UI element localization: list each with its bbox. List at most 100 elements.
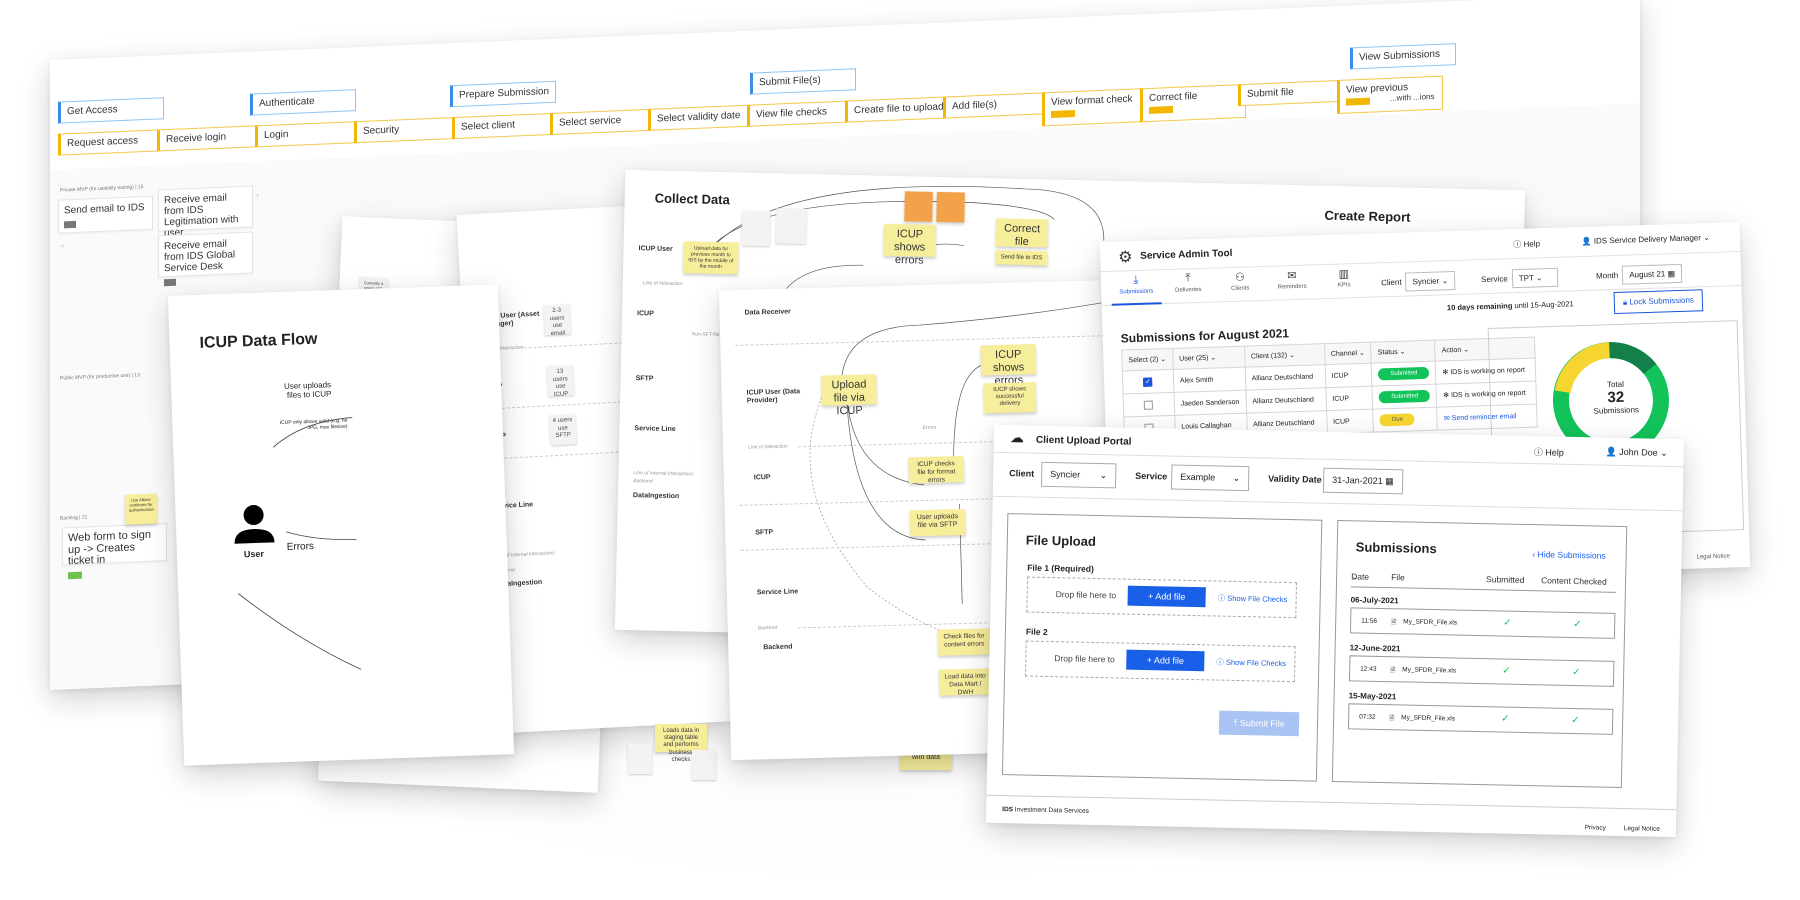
add-card-icon[interactable]: + xyxy=(255,191,260,200)
chevron-down-icon: ⌄ xyxy=(1660,447,1668,458)
task-card[interactable]: Receive email from IDS Global Service De… xyxy=(158,231,253,287)
row-label: ICUP User xyxy=(638,245,673,253)
step-card[interactable]: Add file(s) xyxy=(943,92,1049,119)
file-drop-zone[interactable]: Drop file here to + Add file ⓘ Show File… xyxy=(1026,576,1298,619)
hide-submissions-link[interactable]: ‹ Hide Submissions xyxy=(1532,549,1605,561)
step-card[interactable]: Security xyxy=(354,116,460,144)
step-card[interactable]: Submit file xyxy=(1238,79,1344,107)
column-label: File xyxy=(1391,572,1405,583)
sticky-note[interactable]: Load data into Data Mart / DWH xyxy=(938,668,992,696)
sticky-note[interactable]: ICUP checks file for format errors xyxy=(908,455,965,484)
panel-title: Submissions xyxy=(1355,539,1437,557)
activity-card[interactable]: Submit File(s) xyxy=(750,68,856,95)
client-select[interactable]: Syncier ⌄ xyxy=(1405,270,1456,292)
column-header[interactable]: Select (2) ⌄ xyxy=(1121,348,1174,371)
deadline-text: 10 days remaining until 15-Aug-2021 xyxy=(1447,299,1574,312)
submission-file: My_SFDR_File.xls xyxy=(1402,666,1457,675)
step-card[interactable]: Receive login xyxy=(157,125,263,152)
tab-deliveries[interactable]: ⤒ Deliveries xyxy=(1163,272,1214,295)
sticky-note[interactable]: Upload data for previous month to IDS by… xyxy=(683,241,739,275)
sticky-note[interactable]: User uploads file via SFTP xyxy=(909,508,966,537)
step-card-label: View format check xyxy=(1051,93,1133,109)
submission-file: My_SFDR_File.xls xyxy=(1401,714,1456,723)
sticky-note[interactable]: ICUP shows errors xyxy=(980,344,1037,388)
step-card[interactable]: Create file to upload xyxy=(845,96,951,123)
calendar-icon: ▦ xyxy=(1385,476,1394,487)
lock-submissions-button[interactable]: 🔒︎ Lock Submissions xyxy=(1613,289,1704,315)
sticky-note[interactable]: Use Allianz certificate for authenticati… xyxy=(125,493,157,525)
activity-card[interactable]: View Submissions xyxy=(1350,43,1456,70)
column-label: Submitted xyxy=(1486,574,1525,585)
sticky-note-orange[interactable] xyxy=(936,191,965,223)
step-card[interactable]: View file checks xyxy=(747,100,853,127)
step-card[interactable]: Select client xyxy=(452,112,558,140)
legal-notice-link[interactable]: Legal Notice xyxy=(1696,553,1730,560)
submission-row[interactable]: 12:43 🗎 My_SFDR_File.xls ✓ ✓ xyxy=(1348,655,1615,687)
submission-row[interactable]: 07:32 🗎 My_SFDR_File.xls ✓ ✓ xyxy=(1347,703,1614,735)
privacy-link[interactable]: Privacy xyxy=(1585,824,1606,831)
activity-card[interactable]: Authenticate xyxy=(250,89,356,116)
submit-file-button[interactable]: ⤒ Submit File xyxy=(1218,710,1300,737)
help-link[interactable]: ⓘ Help xyxy=(1513,238,1540,250)
step-card[interactable]: View format check xyxy=(1042,87,1148,127)
step-card[interactable]: Select service xyxy=(550,108,656,136)
task-card[interactable]: Web form to sign up -> Creates ticket in xyxy=(62,523,167,579)
app-title: Service Admin Tool xyxy=(1140,247,1233,262)
step-card[interactable]: Correct file xyxy=(1140,83,1246,123)
column-header[interactable]: Client (132) ⌄ xyxy=(1244,343,1325,368)
task-card[interactable]: Receive email from IDS Legitimation with… xyxy=(158,185,253,252)
task-label: Send email to IDS xyxy=(64,202,145,217)
sticky-note[interactable]: ICUP shows errors xyxy=(883,223,937,267)
calendar-icon: ▦ xyxy=(1667,269,1676,279)
user-menu[interactable]: 👤 John Doe ⌄ xyxy=(1605,447,1668,459)
help-link[interactable]: ⓘ Help xyxy=(1534,445,1564,459)
task-card[interactable]: Send email to IDS xyxy=(58,195,153,234)
show-file-checks-link[interactable]: ⓘ Show File Checks xyxy=(1216,657,1286,669)
show-file-checks-link[interactable]: ⓘ Show File Checks xyxy=(1218,593,1288,605)
column-header[interactable]: User (25) ⌄ xyxy=(1172,346,1245,370)
activity-card[interactable]: Get Access xyxy=(58,97,164,124)
file-label: File 1 (Required) xyxy=(1027,562,1094,574)
sticky-note[interactable]: Correct file xyxy=(995,218,1049,248)
service-filter: Service TPT ⌄ xyxy=(1481,267,1559,289)
add-file-button[interactable]: + Add file xyxy=(1127,585,1206,608)
add-card-icon[interactable]: + xyxy=(60,241,65,250)
step-card[interactable]: Login xyxy=(255,120,361,148)
note xyxy=(775,208,807,244)
sticky-note[interactable]: Send file to IDS xyxy=(995,250,1048,266)
row-label: ICUP User (Data Provider) xyxy=(746,388,801,406)
row-checkbox[interactable]: ✓ xyxy=(1143,377,1153,387)
activity-card[interactable]: Prepare Submission xyxy=(450,80,556,108)
row-checkbox[interactable] xyxy=(1144,400,1154,410)
sticky-note[interactable]: Upload file via ICUP xyxy=(821,374,877,418)
tab-kpis[interactable]: ▥ KPIs xyxy=(1319,267,1370,290)
sticky-note[interactable]: Check files for content errors xyxy=(937,628,991,656)
filter-label: Service xyxy=(1135,470,1168,482)
column-header[interactable]: Status ⌄ xyxy=(1370,340,1436,364)
sticky-note-orange[interactable] xyxy=(904,191,933,222)
step-card[interactable]: Request access xyxy=(58,129,164,156)
client-select[interactable]: Syncier ⌄ xyxy=(1040,461,1117,489)
step-card[interactable]: Select validity date xyxy=(648,104,754,131)
validity-date-picker[interactable]: 31-Jan-2021 ▦ xyxy=(1322,467,1404,495)
sticky-note[interactable]: Loads data in staging table and performs… xyxy=(655,724,707,763)
sticky-note[interactable]: IUCP shows successful delivery xyxy=(983,382,1037,414)
sort-date[interactable]: Date ⌄ xyxy=(1351,571,1369,582)
month-picker[interactable]: August 21 ▦ xyxy=(1621,263,1683,285)
service-select[interactable]: TPT ⌄ xyxy=(1511,267,1559,289)
add-file-button[interactable]: + Add file xyxy=(1126,649,1205,672)
date-group: 15-May-2021 xyxy=(1348,691,1397,702)
tab-label: KPIs xyxy=(1337,282,1351,289)
tab-label: Submissions xyxy=(1119,288,1154,296)
legal-notice-link[interactable]: Legal Notice xyxy=(1624,825,1660,833)
tab-submissions[interactable]: ⤓ Submissions xyxy=(1110,273,1162,306)
column-header[interactable]: Channel ⌄ xyxy=(1324,342,1372,365)
tab-reminders[interactable]: ✉ Reminders xyxy=(1267,268,1318,291)
file-drop-zone[interactable]: Drop file here to + Add file ⓘ Show File… xyxy=(1024,640,1296,683)
submission-row[interactable]: 11:56 🗎 My_SFDR_File.xls ✓ ✓ xyxy=(1349,607,1616,639)
service-select[interactable]: Example ⌄ xyxy=(1170,464,1250,492)
tab-clients[interactable]: ⚇ Clients xyxy=(1215,270,1266,293)
row-select xyxy=(1123,392,1175,417)
user-menu[interactable]: 👤 IDS Service Delivery Manager ⌄ xyxy=(1582,233,1711,246)
line-label: Line of Interaction xyxy=(642,280,683,288)
